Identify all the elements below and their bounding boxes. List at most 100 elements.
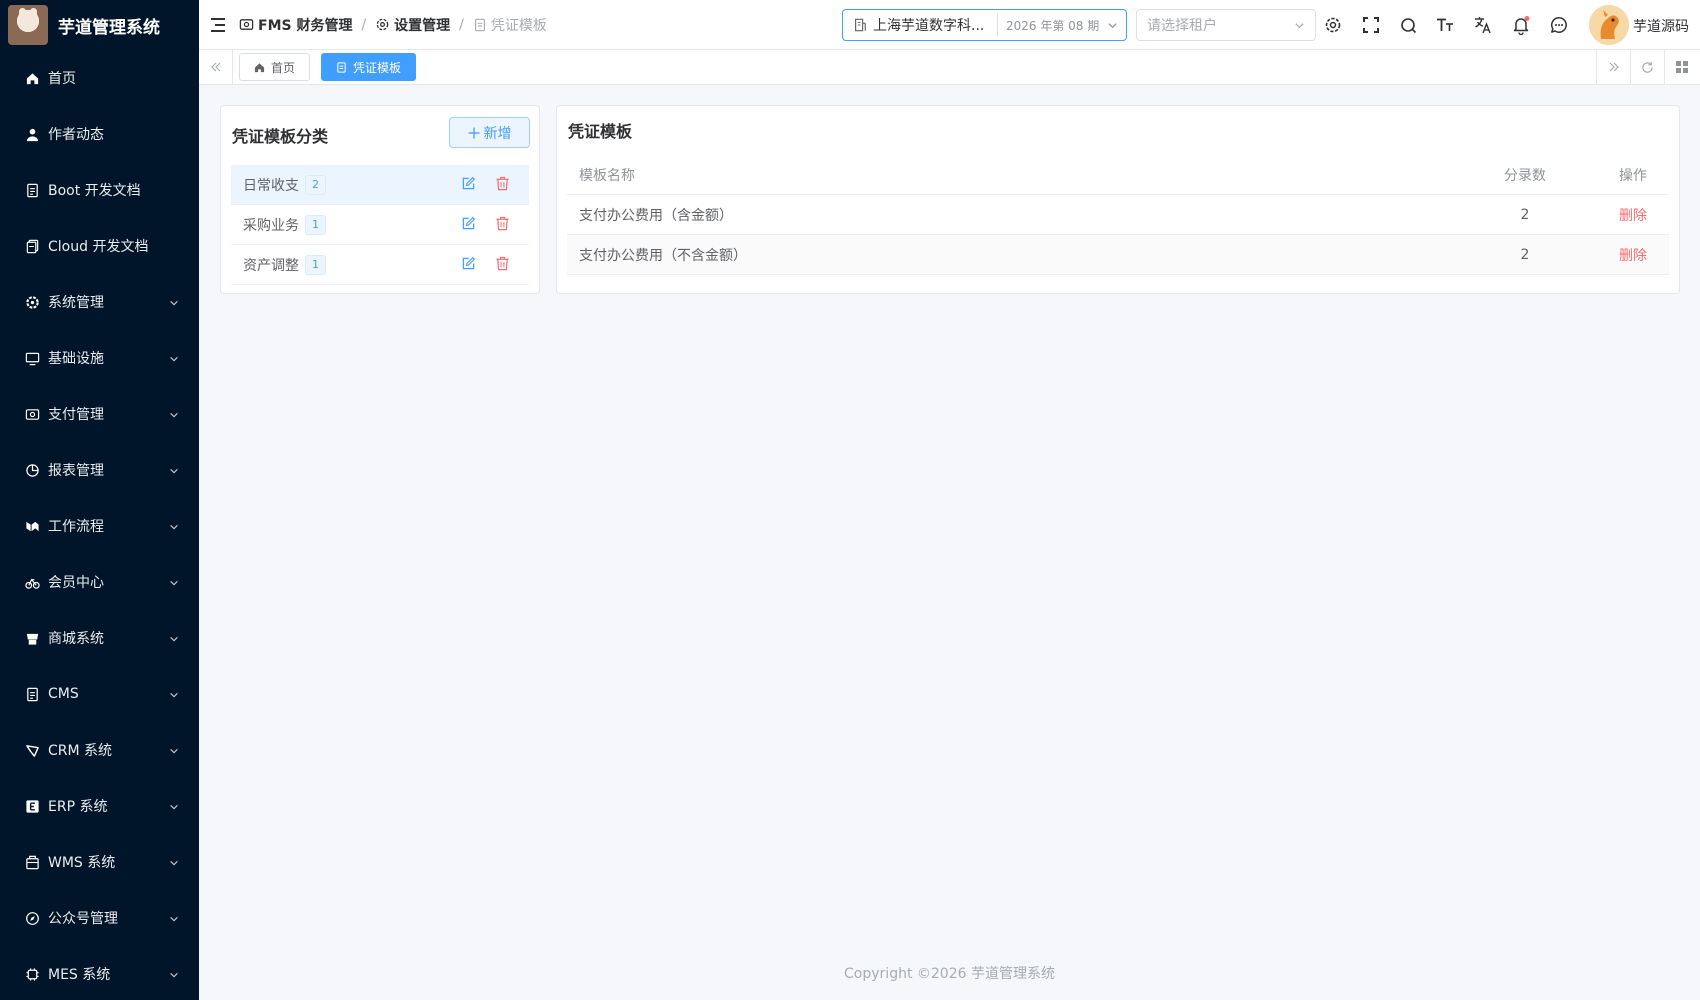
document-icon [24,182,40,198]
fullscreen-button[interactable] [1361,15,1381,35]
sidebar-item-12[interactable]: CRM 系统 [0,722,199,778]
delete-template-link[interactable]: 删除 [1597,195,1669,235]
sidebar-item-2[interactable]: Boot 开发文档 [0,162,199,218]
sidebar-item-10[interactable]: 商城系统 [0,610,199,666]
sidebar-item-16[interactable]: MES 系统 [0,946,199,1000]
column-header-name: 模板名称 [579,168,635,184]
hamburger-icon [211,17,225,32]
tenant-select[interactable]: 请选择租户 [1136,9,1316,41]
edit-category-button[interactable] [461,256,476,275]
category-item[interactable]: 资产调整 1 [231,245,529,285]
building-icon [855,18,866,32]
column-header-action: 操作 [1619,168,1647,184]
settings-button[interactable] [1323,15,1343,35]
chevron-down-icon [169,576,179,586]
username[interactable]: 芋道源码 [1633,16,1689,36]
language-button[interactable] [1473,15,1493,35]
cpu-icon [24,966,40,982]
breadcrumb-item-fms[interactable]: FMS 财务管理 [239,15,352,35]
sidebar-item-4[interactable]: 系统管理 [0,274,199,330]
tag-home[interactable]: 首页 [239,53,311,81]
avatar[interactable] [1589,5,1629,45]
font-size-button[interactable] [1435,15,1455,35]
search-button[interactable] [1398,15,1418,35]
delete-category-button[interactable] [495,256,510,275]
tag-menu-button[interactable] [1664,50,1698,84]
category-count-badge: 2 [305,174,326,195]
sidebar-item-1[interactable]: 作者动态 [0,106,199,162]
trash-icon [496,176,509,191]
home-icon [254,62,265,72]
delete-category-button[interactable] [495,216,510,235]
chevron-down-icon [1295,22,1304,28]
chevron-down-icon [169,856,179,866]
sidebar-item-5[interactable]: 基础设施 [0,330,199,386]
category-count-badge: 1 [305,254,326,275]
edit-icon [462,216,476,230]
chevron-down-icon [169,912,179,922]
sidebar-item-label: CRM 系统 [48,743,113,759]
trash-icon [496,256,509,271]
crm-icon [24,742,40,758]
sidebar-item-label: 报表管理 [48,463,104,479]
scroll-left-button[interactable] [199,50,233,84]
refresh-button[interactable] [1630,50,1664,84]
sidebar-item-7[interactable]: 报表管理 [0,442,199,498]
add-category-button[interactable]: 新增 [449,117,530,148]
sidebar-item-6[interactable]: 支付管理 [0,386,199,442]
sidebar-item-label: CMS [48,686,79,702]
company-select[interactable]: 上海芋道数字科... [843,14,998,36]
sidebar-item-11[interactable]: CMS [0,666,199,722]
sidebar-item-3[interactable]: Cloud 开发文档 [0,218,199,274]
chevron-down-icon [169,632,179,642]
category-panel-title: 凭证模板分类 [232,127,329,146]
edit-category-button[interactable] [461,176,476,195]
sidebar-item-0[interactable]: 首页 [0,50,199,106]
entries-count-cell: 2 [1520,247,1530,263]
grid-icon [1675,61,1688,73]
breadcrumb-item-settings[interactable]: 设置管理 [375,15,450,35]
delete-category-button[interactable] [495,176,510,195]
category-item[interactable]: 采购业务 1 [231,205,529,245]
sidebar-item-label: MES 系统 [48,967,111,983]
category-name: 采购业务 [243,217,299,234]
sidebar-item-label: Boot 开发文档 [48,183,141,199]
sidebar-item-9[interactable]: 会员中心 [0,554,199,610]
sidebar-item-13[interactable]: ERP 系统 [0,778,199,834]
fullscreen-icon [1363,17,1379,33]
scroll-right-button[interactable] [1596,50,1630,84]
shop-icon [24,630,40,646]
company-period-selector[interactable]: 上海芋道数字科... 2026 年第 08 期 [842,9,1127,41]
period-select[interactable]: 2026 年第 08 期 [998,17,1118,34]
sidebar-item-label: 基础设施 [48,351,104,367]
column-header-entries: 分录数 [1504,168,1546,184]
table-row[interactable]: 支付办公费用（含金额） 2 删除 [567,195,1669,235]
edit-category-button[interactable] [461,216,476,235]
entries-count-cell: 2 [1520,207,1530,223]
category-panel: 凭证模板分类 新增 日常收支 2 采购业务 1 资产调整 1 [220,105,540,294]
notification-button[interactable] [1511,15,1531,35]
delete-template-link[interactable]: 删除 [1597,235,1669,275]
sidebar-item-8[interactable]: 工作流程 [0,498,199,554]
category-item[interactable]: 日常收支 2 [231,165,529,205]
message-button[interactable] [1549,15,1569,35]
warehouse-icon [24,854,40,870]
translate-icon [1475,17,1491,34]
table-row[interactable]: 支付办公费用（不含金额） 2 删除 [567,235,1669,275]
chevron-down-icon [169,464,179,474]
table-header: 模板名称 分录数 操作 [567,155,1669,195]
template-panel-title: 凭证模板 [568,122,633,141]
copy-document-icon [24,238,40,254]
plus-icon [468,127,479,138]
sidebar-item-14[interactable]: WMS 系统 [0,834,199,890]
sidebar-item-15[interactable]: 公众号管理 [0,890,199,946]
chevron-down-icon [169,408,179,418]
text-size-icon [1437,18,1453,31]
collapse-sidebar-button[interactable] [199,0,239,50]
sidebar-item-label: ERP 系统 [48,799,108,815]
sidebar-item-label: 工作流程 [48,519,104,535]
logo[interactable]: 芋道管理系统 [0,0,199,50]
sidebar-item-label: 会员中心 [48,575,104,591]
tag-voucher-template[interactable]: 凭证模板 [321,53,417,81]
sidebar-item-label: 商城系统 [48,631,104,647]
